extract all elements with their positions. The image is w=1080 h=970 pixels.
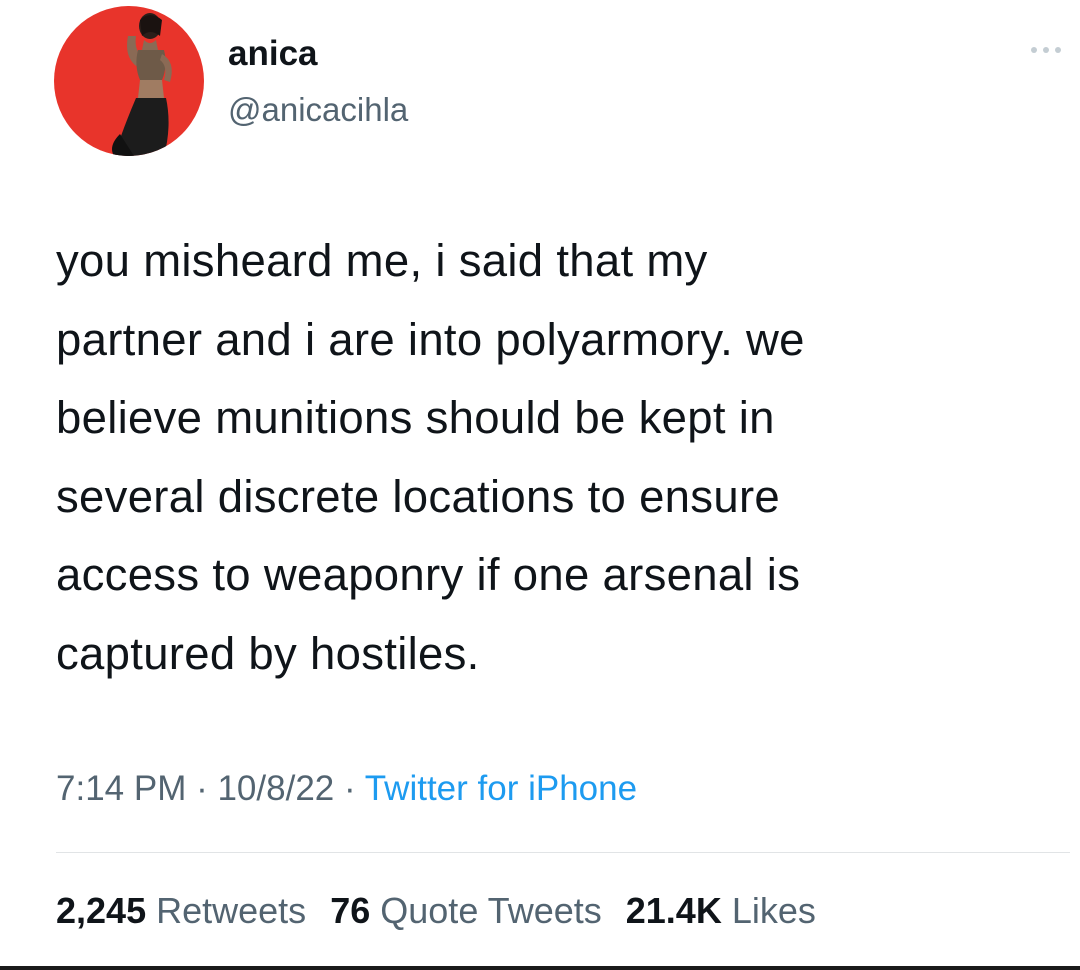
more-options-button[interactable] <box>1026 40 1066 60</box>
more-horizontal-icon <box>1031 47 1061 53</box>
likes-count: 21.4K <box>625 890 722 931</box>
tweet-time[interactable]: 7:14 PM <box>56 769 186 808</box>
divider <box>56 852 1070 853</box>
quote-tweets-count: 76 <box>330 890 371 931</box>
display-name[interactable]: anica <box>228 36 318 71</box>
tweet-text-line: partner and i are into polyarmory. we <box>56 313 805 365</box>
avatar-photo <box>112 13 172 156</box>
tweet-text-line: several discrete locations to ensure <box>56 470 781 522</box>
tweet-text-line: you misheard me, i said that my <box>56 235 708 286</box>
likes-label: Likes <box>731 890 816 931</box>
tweet-text-line: access to weaponry if one arsenal is <box>56 549 801 600</box>
tweet-text: you misheard me, i said that my partner … <box>56 222 1056 693</box>
retweets-count: 2,245 <box>56 890 147 931</box>
retweets-label: Retweets <box>156 890 307 931</box>
tweet-text-line: believe munitions should be kept in <box>56 392 775 443</box>
tweet-text-line: captured by hostiles. <box>56 627 480 679</box>
retweets-stat[interactable]: 2,245 Retweets <box>56 890 306 931</box>
likes-stat[interactable]: 21.4K Likes <box>626 890 816 931</box>
meta-separator: · <box>334 769 365 808</box>
tweet-meta: 7:14 PM · 10/8/22 · Twitter for iPhone <box>56 768 637 810</box>
quote-tweets-label: Quote Tweets <box>380 890 602 931</box>
tweet-date[interactable]: 10/8/22 <box>217 769 334 808</box>
meta-separator: · <box>186 769 218 808</box>
tweet-stats: 2,245 Retweets 76 Quote Tweets 21.4K Lik… <box>56 890 830 932</box>
bottom-border <box>0 966 1080 970</box>
quote-tweets-stat[interactable]: 76 Quote Tweets <box>330 890 602 931</box>
tweet-source-link[interactable]: Twitter for iPhone <box>365 769 637 808</box>
avatar[interactable] <box>54 6 204 156</box>
user-handle[interactable]: @anicacihla <box>228 93 408 126</box>
